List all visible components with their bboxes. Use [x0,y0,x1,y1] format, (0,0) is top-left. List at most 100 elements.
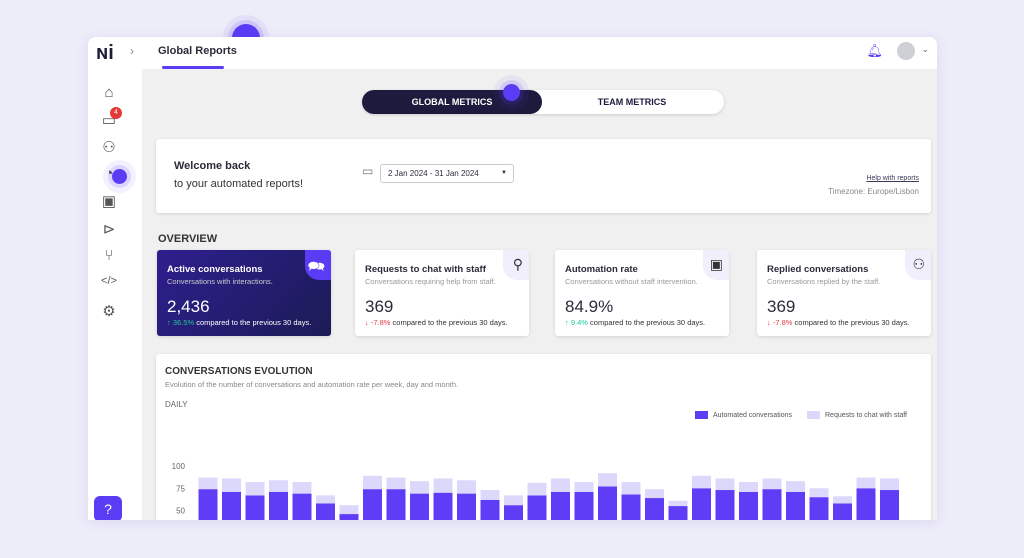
bar-automated[interactable] [433,492,453,520]
bar-requests[interactable] [786,481,805,492]
card-subtitle: Conversations requiring help from staff. [365,277,496,286]
bar-automated[interactable] [739,491,758,520]
bar-automated[interactable] [668,506,688,520]
bar-automated[interactable] [574,491,594,520]
tab-team-metrics[interactable]: TEAM METRICS [542,90,722,114]
bar-automated[interactable] [527,495,547,520]
page-title[interactable]: Global Reports [158,45,237,57]
kpi-card-replied-conversations[interactable]: ⚇ Replied conversations Conversations re… [757,250,931,336]
bar-requests[interactable] [480,490,500,500]
bar-automated[interactable] [715,490,735,520]
help-button[interactable]: ? [94,496,122,520]
bar-automated[interactable] [269,491,288,520]
change-value: -7.8% [370,318,391,327]
card-comparison: ↓ -7.8% compared to the previous 30 days… [365,318,508,327]
bar-requests[interactable] [363,475,382,490]
caret-down-icon: ▼ [501,170,507,176]
bar-requests[interactable] [457,480,476,494]
bar-automated[interactable] [645,498,664,520]
kpi-card-active-conversations[interactable]: 🗪 Active conversations Conversations wit… [157,250,331,336]
bar-requests[interactable] [339,505,359,515]
contacts-icon[interactable]: ⚇ [98,138,120,158]
bar-automated[interactable] [856,488,876,520]
bar-automated[interactable] [410,493,429,520]
bar-automated[interactable] [339,514,359,520]
help-with-reports-link[interactable]: Help with reports [866,175,919,182]
bar-requests[interactable] [621,482,641,495]
campaigns-icon[interactable]: ⊳ [98,220,120,240]
bar-requests[interactable] [222,478,241,492]
bar-requests[interactable] [739,482,758,492]
bar-automated[interactable] [551,491,570,520]
chevron-down-icon[interactable]: ⌄ [921,44,929,55]
active-conversations-icon: 🗪 [307,258,325,274]
active-tab-indicator [162,66,224,69]
bar-automated[interactable] [480,499,500,520]
card-value: 369 [767,297,796,316]
bot-icon[interactable]: ▣ [98,192,120,212]
integrations-icon[interactable]: ⑂ [98,247,120,267]
requests-to-chat-icon: ⚲ [512,256,523,272]
bar-requests[interactable] [856,477,876,489]
bar-automated[interactable] [809,497,829,520]
bar-requests[interactable] [715,478,735,491]
card-comparison: ↑ 9.4% compared to the previous 30 days. [565,318,705,327]
bar-automated[interactable] [457,493,476,520]
touch-indicator [503,84,520,101]
home-icon[interactable]: ⌂ [98,84,120,104]
bar-requests[interactable] [316,495,335,504]
bar-requests[interactable] [410,481,429,494]
bar-automated[interactable] [363,489,382,520]
date-range-select[interactable]: 2 Jan 2024 - 31 Jan 2024 ▼ [380,164,514,183]
bar-automated[interactable] [292,493,312,520]
bar-requests[interactable] [574,482,594,492]
bar-automated[interactable] [316,503,335,520]
bar-requests[interactable] [269,480,288,492]
bar-requests[interactable] [433,478,453,493]
bar-automated[interactable] [598,486,617,520]
bar-automated[interactable] [762,489,782,520]
bar-automated[interactable] [386,489,406,520]
bar-requests[interactable] [198,477,218,490]
bar-requests[interactable] [833,496,852,504]
bar-requests[interactable] [692,475,711,489]
bar-automated[interactable] [245,495,265,520]
bar-requests[interactable] [245,482,265,496]
top-header: Global Reports 🔔︎ ⌄ [142,37,937,69]
bar-requests[interactable] [645,489,664,499]
bar-requests[interactable] [762,478,782,490]
touch-indicator [112,169,127,184]
bar-automated[interactable] [504,505,523,520]
card-subtitle: Conversations without staff intervention… [565,277,698,286]
y-tick-label: 75 [176,484,185,493]
bar-requests[interactable] [504,495,523,506]
bar-requests[interactable] [809,488,829,498]
bar-automated[interactable] [692,488,711,520]
bar-automated[interactable] [833,503,852,520]
bar-requests[interactable] [292,482,312,494]
bar-automated[interactable] [621,494,641,520]
bar-requests[interactable] [598,473,617,487]
bar-automated[interactable] [222,491,241,520]
bar-requests[interactable] [527,482,547,496]
card-title: Automation rate [565,264,638,275]
code-icon[interactable]: </> [98,275,120,295]
bar-automated[interactable] [198,489,218,520]
bar-requests[interactable] [551,478,570,492]
overview-heading: OVERVIEW [158,233,218,245]
notification-badge: 4 [110,107,122,119]
card-value: 84.9% [565,297,614,316]
bar-automated[interactable] [880,490,899,520]
bar-requests[interactable] [668,500,688,507]
settings-icon[interactable]: ⚙ [98,302,120,322]
kpi-card-requests-to-chat[interactable]: ⚲ Requests to chat with staff Conversati… [355,250,529,336]
bar-automated[interactable] [786,491,805,520]
bar-requests[interactable] [880,478,899,491]
kpi-card-automation-rate[interactable]: ▣ Automation rate Conversations without … [555,250,729,336]
y-tick-label: 50 [176,507,185,516]
expand-sidebar-chevron-icon[interactable]: › [130,44,134,58]
card-title: Active conversations [167,264,263,275]
bell-icon[interactable]: 🔔︎ [866,43,883,59]
bar-requests[interactable] [386,477,406,490]
avatar[interactable] [897,42,915,60]
